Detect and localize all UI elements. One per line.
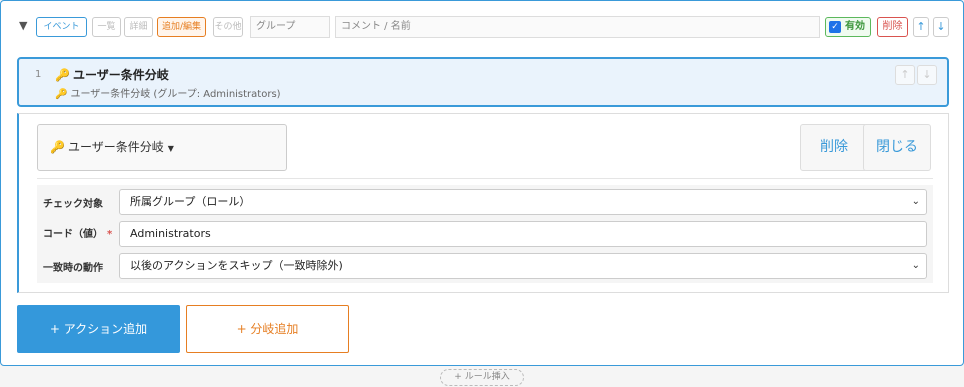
- caret-down-icon: ▼: [167, 144, 174, 153]
- key-icon: 🔑: [55, 89, 68, 100]
- key-icon: 🔑: [50, 140, 65, 154]
- condition-form: チェック対象 所属グループ（ロール） ⌄ コード（値） * Administrat…: [37, 185, 933, 283]
- rule-header-row: ▼ イベント 一覧 詳細 追加/編集 その他 グループ コメント / 名前 ✓ …: [19, 16, 951, 38]
- editor-delete-button[interactable]: 削除: [800, 124, 868, 171]
- check-target-value: 所属グループ（ロール）: [130, 195, 251, 208]
- collapse-triangle-icon[interactable]: ▼: [19, 19, 27, 32]
- tag-other[interactable]: その他: [213, 17, 243, 37]
- chevron-down-icon: ⌄: [911, 196, 920, 207]
- tag-detail[interactable]: 詳細: [124, 17, 153, 37]
- match-action-select[interactable]: 以後のアクションをスキップ（一致時除外) ⌄: [119, 253, 927, 279]
- selected-rule-row[interactable]: 1 🔑 ユーザー条件分岐 🔑 ユーザー条件分岐 (グループ: Administrat…: [17, 57, 949, 107]
- move-down-arrow-icon[interactable]: ↓: [933, 17, 949, 37]
- rule-number: 1: [35, 69, 42, 80]
- tag-add-edit[interactable]: 追加/編集: [157, 17, 206, 37]
- group-input[interactable]: グループ: [250, 16, 330, 38]
- required-mark: *: [107, 229, 113, 240]
- comment-input[interactable]: コメント / 名前: [335, 16, 820, 38]
- row-down-arrow-icon[interactable]: ↓: [917, 65, 937, 85]
- rule-editor-panel: 🔑 ユーザー条件分岐 ▼ 削除 閉じる チェック対象 所属グループ（ロール） ⌄ コ…: [17, 113, 949, 293]
- match-action-label: 一致時の動作: [43, 263, 103, 274]
- code-value-input[interactable]: Administrators: [119, 221, 927, 247]
- chevron-down-icon: ⌄: [911, 260, 920, 271]
- move-up-arrow-icon[interactable]: ↑: [913, 17, 929, 37]
- tag-list[interactable]: 一覧: [92, 17, 121, 37]
- add-branch-button[interactable]: + 分岐追加: [186, 305, 349, 353]
- divider: [37, 178, 933, 179]
- rule-delete-button[interactable]: 削除: [877, 17, 908, 37]
- rule-type-label: ユーザー条件分岐: [67, 140, 164, 154]
- code-value-label-text: コード（値）: [43, 229, 103, 240]
- code-value-label: コード（値） *: [43, 225, 112, 240]
- rule-container: ▼ イベント 一覧 詳細 追加/編集 その他 グループ コメント / 名前 ✓ …: [0, 0, 964, 366]
- rule-subtitle: 🔑 ユーザー条件分岐 (グループ: Administrators): [55, 85, 281, 100]
- tag-event[interactable]: イベント: [36, 17, 87, 37]
- row-up-arrow-icon[interactable]: ↑: [895, 65, 915, 85]
- rule-subtitle-text: ユーザー条件分岐 (グループ: Administrators): [70, 89, 281, 100]
- key-icon: 🔑: [55, 68, 70, 82]
- check-target-label: チェック対象: [43, 199, 103, 210]
- rule-title: 🔑 ユーザー条件分岐: [55, 66, 169, 83]
- check-target-select[interactable]: 所属グループ（ロール） ⌄: [119, 189, 927, 215]
- valid-toggle[interactable]: ✓ 有効: [825, 17, 871, 37]
- valid-label: 有効: [845, 21, 865, 32]
- insert-rule-button[interactable]: + ルール挿入: [440, 369, 524, 386]
- editor-close-button[interactable]: 閉じる: [863, 124, 931, 171]
- checkbox-checked-icon: ✓: [829, 21, 841, 33]
- rule-title-text: ユーザー条件分岐: [72, 68, 169, 82]
- match-action-value: 以後のアクションをスキップ（一致時除外): [130, 259, 343, 272]
- rule-type-dropdown[interactable]: 🔑 ユーザー条件分岐 ▼: [37, 124, 287, 171]
- add-action-button[interactable]: + アクション追加: [17, 305, 180, 353]
- code-value-value: Administrators: [130, 227, 211, 240]
